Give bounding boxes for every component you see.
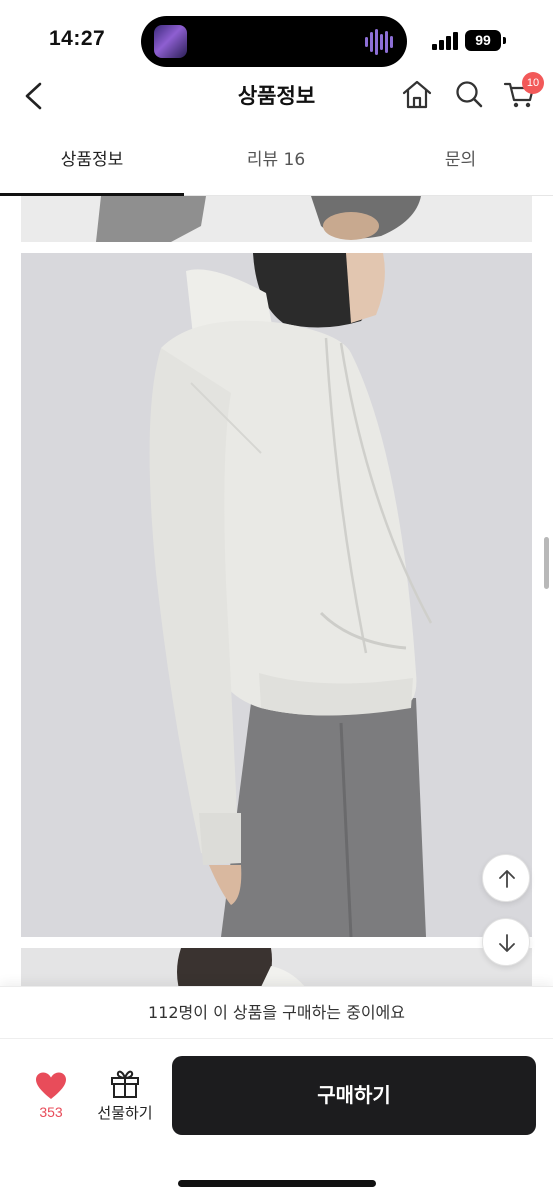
product-photo-top [21,196,532,242]
buyers-count-banner: 112명이 이 상품을 구매하는 중이에요 [0,986,553,1038]
gift-button[interactable]: 선물하기 [90,1069,160,1129]
cart-count-badge: 10 [522,72,544,94]
signal-icon [432,32,460,50]
product-photo-bottom [21,948,532,986]
purchase-bar: 353 선물하기 구매하기 [0,1038,553,1200]
audio-wave-icon [365,29,393,55]
product-photo-main [21,253,532,937]
gift-label: 선물하기 [97,1104,153,1122]
heart-icon [36,1072,66,1099]
search-icon [456,81,483,108]
home-indicator[interactable] [178,1180,376,1187]
scroll-up-button[interactable] [482,854,530,902]
tab-bar: 상품정보 리뷰 16 문의 [0,132,553,196]
search-button[interactable] [451,76,487,112]
tab-product-info[interactable]: 상품정보 [0,132,184,195]
scroll-down-button[interactable] [482,918,530,966]
app-header: 상품정보 [0,68,553,124]
home-button[interactable] [399,76,435,112]
dynamic-island[interactable] [141,16,407,67]
now-playing-thumbnail [154,25,187,58]
product-detail-content[interactable] [0,196,553,986]
tab-reviews[interactable]: 리뷰 16 [184,132,368,195]
buy-button[interactable]: 구매하기 [172,1056,536,1135]
like-count: 353 [39,1104,63,1120]
arrow-down-icon [499,934,515,952]
battery-level: 99 [465,30,501,51]
tab-inquiry[interactable]: 문의 [368,132,553,195]
arrow-up-icon [499,870,515,888]
gift-icon [111,1070,139,1098]
like-button[interactable]: 353 [22,1069,80,1129]
scrollbar-thumb[interactable] [544,537,549,589]
home-icon [402,80,432,109]
battery-icon [503,37,506,44]
status-time: 14:27 [49,27,106,50]
status-bar: 14:27 99 [0,0,553,70]
